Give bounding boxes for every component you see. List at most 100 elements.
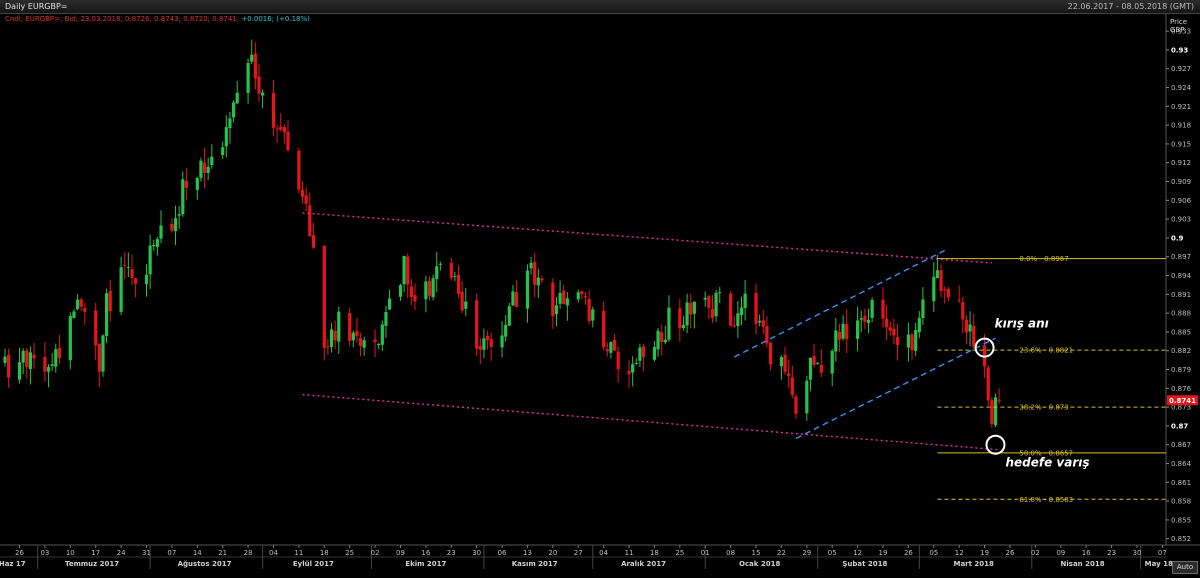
candle bbox=[500, 321, 504, 358]
candle-body bbox=[500, 335, 504, 348]
candle-body bbox=[362, 340, 366, 348]
x-tick-label: 04 bbox=[599, 549, 608, 557]
candle bbox=[525, 264, 530, 323]
candle bbox=[333, 320, 337, 350]
candle-body bbox=[819, 364, 823, 373]
candlestick-chart[interactable]: 0.8520.8550.8580.8610.8640.8670.870.8730… bbox=[0, 14, 1200, 578]
candle bbox=[181, 171, 185, 217]
candle bbox=[972, 313, 976, 349]
candle-body bbox=[888, 327, 892, 331]
candle-body bbox=[72, 311, 76, 319]
candle bbox=[511, 284, 515, 306]
candle bbox=[859, 310, 863, 333]
candle bbox=[126, 252, 130, 278]
candle bbox=[631, 356, 635, 387]
candle-body bbox=[380, 324, 384, 345]
candle-body bbox=[413, 295, 417, 302]
x-tick-label: 06 bbox=[498, 549, 507, 557]
candle bbox=[173, 205, 178, 246]
candle bbox=[743, 279, 747, 321]
candle-body bbox=[94, 310, 98, 346]
candle-body bbox=[605, 349, 609, 352]
auto-scale-button[interactable]: Auto bbox=[1172, 561, 1198, 574]
candle bbox=[957, 285, 961, 303]
candle bbox=[46, 364, 51, 388]
candle bbox=[554, 296, 559, 326]
candle-body bbox=[159, 225, 163, 239]
candle-body bbox=[656, 330, 660, 350]
candle-body bbox=[895, 337, 900, 346]
candle-body bbox=[681, 324, 686, 328]
candle-body bbox=[79, 299, 83, 307]
candle bbox=[990, 397, 994, 429]
candle bbox=[380, 320, 384, 352]
candle-body bbox=[739, 307, 744, 316]
candle-body bbox=[692, 301, 696, 314]
candle bbox=[300, 181, 305, 204]
candle bbox=[28, 346, 32, 385]
candle bbox=[834, 318, 838, 362]
candle bbox=[602, 301, 606, 351]
candle bbox=[398, 283, 403, 301]
x-tick-label: 09 bbox=[1056, 549, 1065, 557]
candle-body bbox=[482, 338, 486, 350]
x-tick-label: 23 bbox=[447, 549, 456, 557]
month-label: May 18 bbox=[1145, 560, 1173, 568]
candle-body bbox=[507, 306, 511, 326]
candle bbox=[413, 283, 417, 311]
candle-body bbox=[565, 298, 569, 306]
candle-body bbox=[253, 53, 257, 79]
candle bbox=[808, 357, 813, 392]
candle bbox=[199, 157, 203, 182]
candle-body bbox=[228, 118, 232, 129]
candle bbox=[170, 218, 174, 233]
candle bbox=[152, 239, 156, 251]
candle bbox=[308, 192, 312, 237]
x-tick-label: 31 bbox=[142, 549, 151, 557]
candle-body bbox=[409, 286, 413, 297]
candle-body bbox=[689, 302, 693, 315]
candle-body bbox=[101, 335, 105, 372]
fib-level-label: 0.0% - 0.8967 bbox=[1019, 255, 1068, 263]
y-tick-label: 0.93 bbox=[1171, 46, 1188, 54]
candle bbox=[761, 310, 765, 334]
candle bbox=[656, 327, 660, 357]
candle-body bbox=[475, 300, 479, 349]
candle bbox=[253, 42, 257, 90]
candle-body bbox=[134, 278, 138, 284]
x-tick-label: 26 bbox=[1006, 549, 1015, 557]
candle-body bbox=[460, 291, 464, 311]
candle bbox=[914, 322, 918, 357]
candle bbox=[863, 308, 867, 329]
candle-body bbox=[790, 377, 794, 395]
candle-body bbox=[830, 350, 834, 374]
candle-body bbox=[424, 281, 428, 300]
x-tick-label: 12 bbox=[955, 549, 964, 557]
candle bbox=[144, 264, 149, 297]
candle-body bbox=[660, 332, 664, 342]
candle-body bbox=[761, 320, 765, 327]
y-tick-label: 0.927 bbox=[1171, 65, 1191, 73]
window-title: Daily EURGBP= bbox=[5, 2, 68, 11]
candle bbox=[638, 343, 642, 368]
candle-body bbox=[257, 76, 261, 94]
candle-body bbox=[50, 364, 54, 366]
x-tick-label: 09 bbox=[396, 549, 405, 557]
x-tick-label: 19 bbox=[980, 549, 989, 557]
x-tick-label: 15 bbox=[752, 549, 761, 557]
candle-body bbox=[406, 256, 410, 285]
candle-body bbox=[504, 324, 508, 337]
candle-body bbox=[485, 335, 490, 341]
candle bbox=[210, 144, 214, 169]
candle-body bbox=[525, 270, 530, 309]
candle bbox=[464, 288, 468, 317]
month-label: Mart 2018 bbox=[953, 560, 994, 568]
candle-body bbox=[83, 307, 87, 312]
candle-body bbox=[235, 92, 239, 104]
channel-pink-upper bbox=[302, 212, 992, 264]
candle-body bbox=[972, 325, 976, 347]
y-tick-label: 0.852 bbox=[1171, 535, 1191, 543]
candle bbox=[351, 330, 355, 348]
candle-body bbox=[580, 291, 584, 295]
candle bbox=[783, 346, 787, 375]
